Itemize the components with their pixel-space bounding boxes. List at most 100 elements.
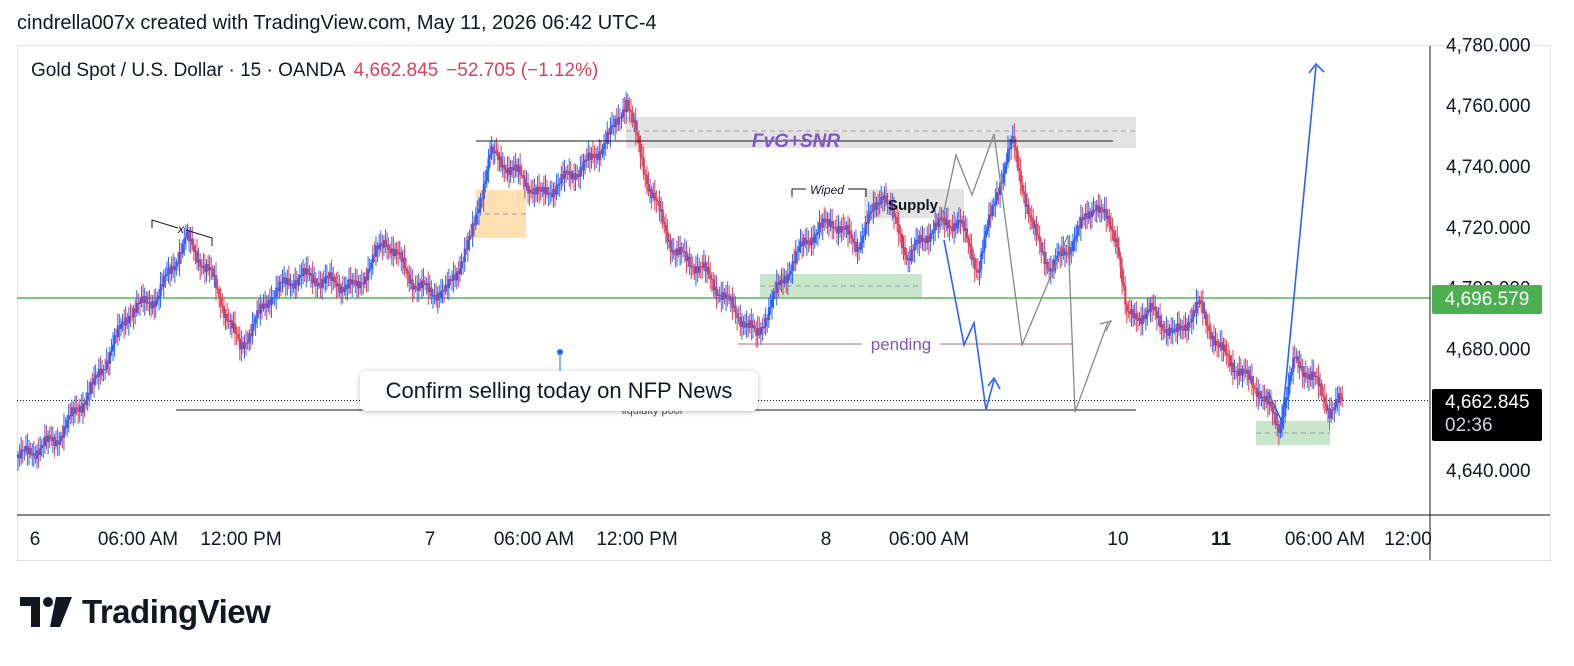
candle-body (1117, 247, 1121, 257)
candle-body (1135, 313, 1138, 320)
time-tick-label: 12:00 (1384, 529, 1432, 550)
candle-body (1288, 375, 1292, 386)
candle-body (1046, 261, 1049, 269)
candle-body (1090, 212, 1094, 218)
candle-body (178, 252, 181, 265)
candle-body (1227, 354, 1230, 356)
time-tick-label: 06:00 AM (1285, 529, 1365, 550)
candle-body (458, 268, 462, 275)
candle-body (164, 275, 167, 277)
candle-body (157, 296, 161, 299)
candle-body (644, 173, 647, 176)
candle-body (831, 220, 834, 228)
note-callout[interactable]: Confirm selling today on NFP News (360, 371, 758, 411)
projected-path-blue-arrowhead (987, 376, 1001, 390)
candle-body (983, 237, 986, 252)
fvg-snr-zone (626, 117, 1136, 148)
candle-body (519, 165, 522, 175)
time-tick-label: 7 (425, 529, 436, 550)
candle-body (744, 325, 747, 328)
candle-body (1323, 396, 1326, 403)
candle-body (978, 269, 981, 273)
candle-body (1109, 224, 1113, 230)
time-tick-label: 11 (1211, 529, 1232, 550)
candle-body (864, 222, 867, 236)
candle-body (1187, 322, 1190, 331)
candle-body (1027, 204, 1030, 215)
candle-body (173, 266, 177, 271)
candle-body (930, 232, 934, 234)
candle-body (601, 149, 604, 155)
candle-body (965, 228, 969, 239)
candle-body (110, 350, 113, 352)
candle-body (219, 297, 222, 306)
candle-body (387, 244, 390, 250)
candle-body (324, 276, 327, 284)
candle-body (769, 306, 772, 308)
candle-body (199, 259, 202, 268)
candle-body (639, 143, 642, 157)
candle-body (1071, 241, 1075, 252)
candle-body (637, 135, 641, 144)
candle-body (1333, 407, 1336, 410)
candle-body (251, 324, 254, 337)
symbol-legend[interactable]: Gold Spot / U.S. Dollar · 15 · OANDA 4,66… (31, 60, 598, 82)
candle-body (39, 448, 42, 456)
candle-body (1312, 371, 1315, 377)
candle-body (1216, 340, 1219, 345)
candle-body (981, 251, 984, 254)
candle-body (1030, 217, 1033, 221)
candle-body (1013, 135, 1016, 148)
candle-body (181, 243, 184, 254)
candle-body (672, 249, 675, 255)
price-chart[interactable]: FvG+SNRSupplyWipedxliquidity poolpending… (0, 0, 1574, 666)
candle-body (763, 326, 766, 329)
candle-body (626, 99, 630, 109)
candle-body (463, 248, 466, 262)
candle-body (1206, 324, 1209, 327)
candle-body (378, 244, 381, 250)
candle-body (900, 233, 904, 248)
candle-body (1019, 170, 1022, 183)
time-axis[interactable]: 6 06:00 AM 12:00 PM 7 06:00 AM 12:00 PM 8 06:00… (17, 514, 1550, 550)
candle-body (789, 271, 793, 274)
candle-body (154, 300, 158, 308)
support-price-tag: 4,696.579 (1432, 285, 1542, 314)
candle-body (253, 323, 256, 325)
candle-body (1292, 357, 1295, 372)
candle-body (1181, 325, 1184, 328)
candle-body (1002, 173, 1005, 183)
candle-body (460, 261, 463, 269)
candle-body (273, 296, 276, 298)
candle-body (1121, 267, 1124, 283)
candle-body (1100, 207, 1103, 210)
candle-body (1279, 427, 1282, 434)
candle-body (1322, 395, 1325, 397)
candle-body (1119, 256, 1122, 268)
candle-body (1125, 304, 1128, 311)
candle-body (1073, 239, 1076, 242)
time-tick-label: 06:00 AM (494, 529, 574, 550)
candle-body (813, 234, 816, 244)
candle-body (20, 449, 23, 459)
candle-body (48, 435, 51, 439)
candle-body (1330, 409, 1333, 419)
candle-body (1290, 371, 1293, 376)
candle-body (215, 275, 218, 289)
candle-body (484, 180, 487, 185)
candle-body (489, 154, 492, 159)
candle-body (162, 275, 165, 287)
candle-body (1029, 214, 1032, 218)
candle-body (565, 170, 568, 174)
candle-body (885, 195, 888, 204)
candle-body (108, 351, 112, 364)
candle-body (405, 268, 408, 271)
candle-body (1154, 306, 1157, 312)
candle-body (23, 450, 26, 452)
time-tick-label: 06:00 AM (889, 529, 969, 550)
candle-body (636, 132, 639, 136)
candle-body (1005, 162, 1008, 165)
candle-body (1018, 167, 1021, 171)
candle-body (1315, 376, 1319, 378)
candle-body (913, 245, 916, 251)
